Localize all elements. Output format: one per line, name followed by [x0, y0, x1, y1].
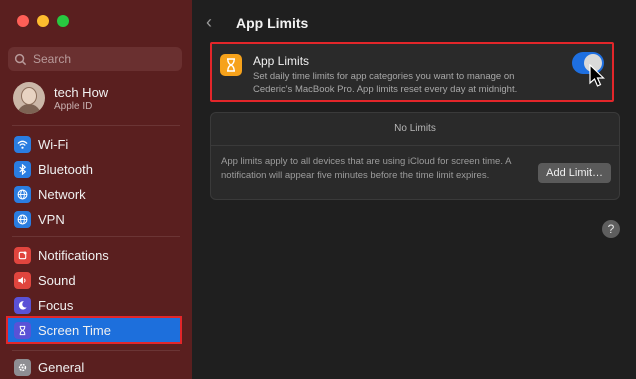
user-subtitle: Apple ID — [54, 100, 93, 112]
sidebar-item-label: Wi-Fi — [38, 136, 69, 152]
globe-icon — [14, 185, 31, 203]
gear-icon — [14, 358, 31, 376]
apple-id-account[interactable]: tech How Apple ID — [13, 82, 108, 114]
sidebar-item-label: Bluetooth — [38, 161, 93, 177]
sidebar-item-label: Screen Time — [38, 322, 111, 338]
sidebar-divider — [12, 236, 180, 237]
no-limits-text: No Limits — [394, 123, 436, 134]
back-chevron-icon[interactable]: ‹ — [206, 12, 222, 33]
bluetooth-icon — [14, 160, 31, 178]
mouse-pointer-icon — [589, 64, 605, 87]
wifi-icon — [14, 135, 31, 153]
sidebar-item-screen-time[interactable]: Screen Time — [14, 320, 111, 340]
sidebar-divider — [12, 125, 180, 126]
help-button[interactable]: ? — [602, 220, 620, 238]
hourglass-icon — [220, 54, 242, 76]
main-pane: ‹ App Limits App Limits Set daily time l… — [192, 0, 636, 379]
page-title: App Limits — [236, 14, 309, 31]
sidebar-item-label: Focus — [38, 297, 74, 313]
add-limit-button[interactable]: Add Limit… — [538, 163, 611, 183]
speaker-icon — [14, 271, 31, 289]
sidebar-item-label: Notifications — [38, 247, 109, 263]
hourglass-icon — [14, 321, 31, 339]
search-icon — [14, 53, 27, 65]
sidebar-item-label: Network — [38, 186, 86, 202]
search-placeholder: Search — [33, 52, 72, 66]
sidebar-item-general[interactable]: General — [14, 357, 84, 377]
header: ‹ App Limits — [206, 12, 308, 33]
sidebar-item-focus[interactable]: Focus — [14, 295, 73, 315]
sidebar-item-notifications[interactable]: Notifications — [14, 245, 109, 265]
user-name: tech How — [54, 84, 109, 100]
bell-icon — [14, 246, 31, 264]
card-divider — [211, 145, 619, 146]
search-input[interactable]: Search — [8, 47, 182, 71]
sidebar-item-bluetooth[interactable]: Bluetooth — [14, 159, 93, 179]
moon-icon — [14, 296, 31, 314]
sidebar-item-label: Sound — [38, 272, 76, 288]
sidebar-item-network[interactable]: Network — [14, 184, 86, 204]
app-limits-card: App Limits Set daily time limits for app… — [210, 42, 614, 102]
sidebar-item-sound[interactable]: Sound — [14, 270, 76, 290]
sidebar-item-label: General — [38, 359, 85, 375]
vpn-globe-icon — [14, 210, 31, 228]
zoom-window-button[interactable] — [57, 15, 69, 27]
avatar — [13, 82, 45, 114]
sidebar-item-wifi[interactable]: Wi-Fi — [14, 134, 68, 154]
sidebar-item-vpn[interactable]: VPN — [14, 209, 65, 229]
app-limits-description: Set daily time limits for app categories… — [253, 71, 518, 95]
sidebar: Search tech How Apple ID Wi-Fi Bluetooth… — [0, 0, 192, 379]
minimize-window-button[interactable] — [37, 15, 49, 27]
close-window-button[interactable] — [17, 15, 29, 27]
limits-description: App limits apply to all devices that are… — [221, 156, 511, 181]
sidebar-divider — [12, 350, 180, 351]
limits-list-card: No Limits App limits apply to all device… — [210, 112, 620, 200]
sidebar-item-label: VPN — [38, 211, 65, 227]
window-controls — [17, 15, 69, 27]
app-limits-title: App Limits — [253, 54, 310, 68]
